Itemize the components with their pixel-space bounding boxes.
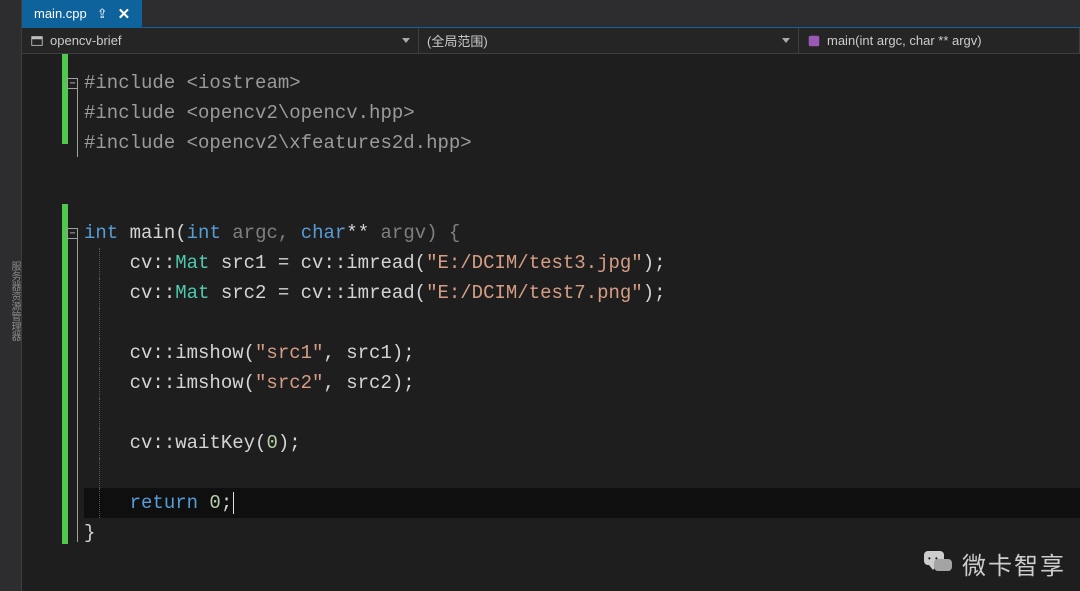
fold-toggle[interactable]: − bbox=[67, 78, 78, 89]
code-line[interactable]: } bbox=[84, 518, 1080, 548]
fold-toggle[interactable]: − bbox=[67, 228, 78, 239]
close-icon[interactable]: ✕ bbox=[118, 5, 131, 23]
tab-label: main.cpp bbox=[34, 6, 87, 21]
code-line[interactable]: #include <opencv2\opencv.hpp> bbox=[84, 98, 1080, 128]
project-name: opencv-brief bbox=[50, 33, 122, 48]
code-editor[interactable]: − − #include <iostream> #include <o bbox=[22, 54, 1080, 591]
document-tabs: main.cpp ⇪ ✕ bbox=[22, 0, 1080, 28]
code-line[interactable]: #include <opencv2\xfeatures2d.hpp> bbox=[84, 128, 1080, 158]
tab-main-cpp[interactable]: main.cpp ⇪ ✕ bbox=[22, 0, 142, 27]
wechat-icon: • • bbox=[924, 551, 954, 577]
symbol-selector[interactable]: main(int argc, char ** argv) bbox=[799, 28, 1080, 53]
navigation-bar: opencv-brief (全局范围) main(int argc, char … bbox=[22, 28, 1080, 54]
code-content[interactable]: #include <iostream> #include <opencv2\op… bbox=[84, 68, 1080, 591]
scope-label: (全局范围) bbox=[427, 31, 488, 50]
chevron-down-icon bbox=[782, 38, 790, 43]
scope-selector[interactable]: (全局范围) bbox=[419, 28, 799, 53]
project-selector[interactable]: opencv-brief bbox=[22, 28, 419, 53]
code-line[interactable] bbox=[84, 458, 1080, 488]
code-line[interactable] bbox=[84, 158, 1080, 188]
pin-icon[interactable]: ⇪ bbox=[97, 6, 108, 22]
code-line[interactable]: cv::Mat src2 = cv::imread("E:/DCIM/test7… bbox=[84, 278, 1080, 308]
code-line[interactable]: int main(int argc, char** argv) { bbox=[84, 218, 1080, 248]
chevron-down-icon bbox=[402, 38, 410, 43]
code-line[interactable] bbox=[84, 188, 1080, 218]
side-panel-tabs[interactable]: 服务器资源管理器 工具箱 bbox=[0, 0, 22, 591]
watermark-text: 微卡智享 bbox=[962, 546, 1066, 581]
code-line[interactable] bbox=[84, 398, 1080, 428]
code-line[interactable]: cv::waitKey(0); bbox=[84, 428, 1080, 458]
code-line[interactable]: #include <iostream> bbox=[84, 68, 1080, 98]
function-icon bbox=[807, 34, 821, 48]
sidebar-tab-server-explorer[interactable]: 服务器资源管理器 bbox=[6, 261, 21, 341]
code-line[interactable]: return 0; bbox=[84, 488, 1080, 518]
text-caret bbox=[233, 492, 234, 514]
code-line[interactable]: cv::Mat src1 = cv::imread("E:/DCIM/test3… bbox=[84, 248, 1080, 278]
project-icon bbox=[30, 34, 44, 48]
gutter: − − bbox=[22, 68, 84, 591]
symbol-label: main(int argc, char ** argv) bbox=[827, 33, 982, 48]
code-line[interactable] bbox=[84, 308, 1080, 338]
code-line[interactable]: cv::imshow("src2", src2); bbox=[84, 368, 1080, 398]
code-line[interactable]: cv::imshow("src1", src1); bbox=[84, 338, 1080, 368]
watermark: • • 微卡智享 bbox=[924, 546, 1066, 581]
